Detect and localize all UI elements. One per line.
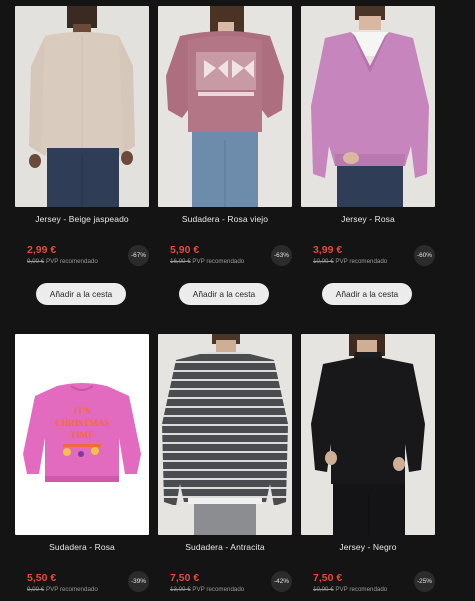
discount-badge: -60% bbox=[414, 245, 435, 266]
recommended-price: 10,00 € PVP recomendado bbox=[313, 586, 387, 593]
recommended-label: PVP recomendado bbox=[335, 258, 388, 265]
product-price: 3,99 € bbox=[313, 244, 343, 256]
product-image[interactable] bbox=[158, 6, 292, 207]
product-name[interactable]: Sudadera - Rosa viejo bbox=[158, 214, 292, 224]
recommended-label: PVP recomendado bbox=[335, 586, 388, 593]
product-price: 5,50 € bbox=[27, 572, 57, 584]
product-price: 7,50 € bbox=[313, 572, 343, 584]
graphic-text-line: TIME bbox=[70, 430, 94, 440]
old-price: 9,00 € bbox=[27, 586, 45, 593]
old-price: 10,00 € bbox=[313, 258, 334, 265]
discount-badge: -39% bbox=[128, 571, 149, 592]
product-price: 5,90 € bbox=[170, 244, 200, 256]
old-price: 16,00 € bbox=[170, 258, 191, 265]
graphic-text-line: IT'S bbox=[73, 406, 90, 416]
recommended-price: 9,00 € PVP recomendado bbox=[27, 258, 98, 265]
recommended-price: 9,00 € PVP recomendado bbox=[27, 586, 98, 593]
product-price: 2,99 € bbox=[27, 244, 57, 256]
add-to-cart-button[interactable]: Añadir a la cesta bbox=[36, 283, 126, 305]
product-name[interactable]: Sudadera - Rosa bbox=[15, 542, 149, 552]
product-image[interactable] bbox=[301, 6, 435, 207]
product-name[interactable]: Jersey - Beige jaspeado bbox=[15, 214, 149, 224]
discount-badge: -67% bbox=[128, 245, 149, 266]
product-image[interactable] bbox=[15, 6, 149, 207]
old-price: 10,00 € bbox=[313, 586, 334, 593]
graphic-text-line: CHRISTMAS bbox=[55, 418, 110, 428]
product-name[interactable]: Jersey - Negro bbox=[301, 542, 435, 552]
product-price: 7,50 € bbox=[170, 572, 200, 584]
recommended-label: PVP recomendado bbox=[45, 586, 98, 593]
product-name[interactable]: Jersey - Rosa bbox=[301, 214, 435, 224]
add-to-cart-button[interactable]: Añadir a la cesta bbox=[179, 283, 269, 305]
discount-badge: -63% bbox=[271, 245, 292, 266]
discount-badge: -25% bbox=[414, 571, 435, 592]
discount-badge: -42% bbox=[271, 571, 292, 592]
old-price: 9,00 € bbox=[27, 258, 45, 265]
recommended-label: PVP recomendado bbox=[192, 586, 245, 593]
recommended-label: PVP recomendado bbox=[45, 258, 98, 265]
product-image[interactable] bbox=[158, 334, 292, 535]
product-image[interactable]: IT'S CHRISTMAS TIME bbox=[15, 334, 149, 535]
recommended-price: 16,00 € PVP recomendado bbox=[170, 258, 244, 265]
old-price: 13,00 € bbox=[170, 586, 191, 593]
add-to-cart-button[interactable]: Añadir a la cesta bbox=[322, 283, 412, 305]
product-name[interactable]: Sudadera - Antracita bbox=[158, 542, 292, 552]
recommended-label: PVP recomendado bbox=[192, 258, 245, 265]
product-image[interactable] bbox=[301, 334, 435, 535]
recommended-price: 13,00 € PVP recomendado bbox=[170, 586, 244, 593]
recommended-price: 10,00 € PVP recomendado bbox=[313, 258, 387, 265]
